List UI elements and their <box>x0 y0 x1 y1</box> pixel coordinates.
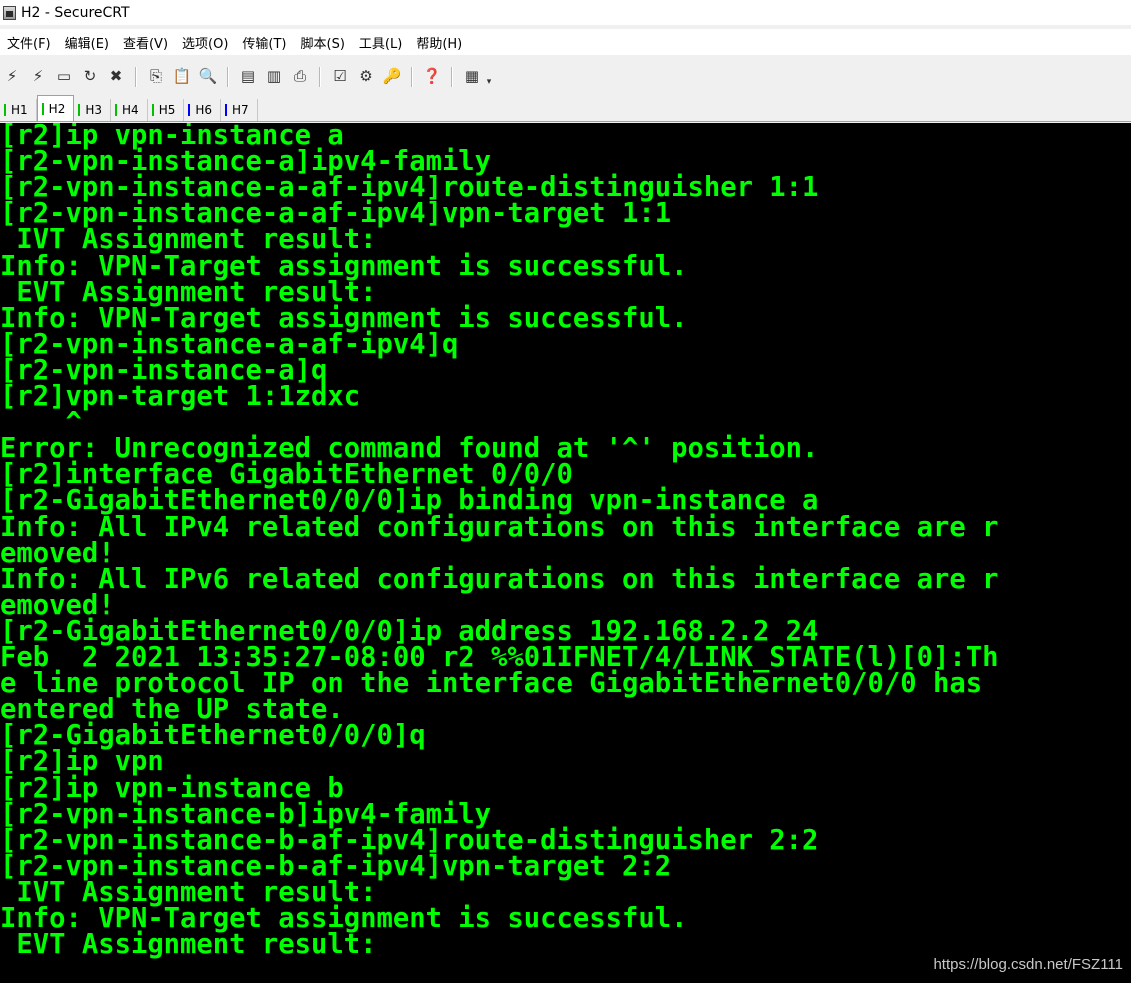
securecrt-app-icon[interactable] <box>3 5 16 20</box>
menu-item-4[interactable]: 传输(T) <box>236 33 292 52</box>
terminal-line: [r2]ip vpn <box>0 746 164 778</box>
terminal-line: IVT Assignment result: <box>0 224 377 256</box>
tab-label: H4 <box>122 103 139 117</box>
terminal-line: [r2-vpn-instance-a]q <box>0 354 328 386</box>
terminal-line: Info: All IPv4 related configurations on… <box>0 511 999 543</box>
terminal-line: [r2-vpn-instance-b-af-ipv4]route-disting… <box>0 824 819 856</box>
tab-label: H3 <box>85 103 103 117</box>
terminal-line: EVT Assignment result: <box>0 929 377 961</box>
connection-status-icon <box>225 104 228 116</box>
terminal-line: [r2-GigabitEthernet0/0/0]q <box>0 720 426 752</box>
terminal-line: [r2-vpn-instance-b-af-ipv4]vpn-target 2:… <box>0 850 672 882</box>
menu-item-5[interactable]: 脚本(S) <box>295 33 351 52</box>
terminal-line: [r2-vpn-instance-a-af-ipv4]vpn-target 1:… <box>0 198 672 230</box>
reconnect-icon[interactable]: ↻ <box>79 66 101 88</box>
print-icon[interactable]: ⎙ <box>289 66 311 88</box>
menu-item-3[interactable]: 选项(O) <box>176 33 234 52</box>
terminal-line: [r2]ip vpn-instance a <box>0 123 344 151</box>
find-icon[interactable]: 🔍 <box>197 66 219 88</box>
terminal-line: [r2-vpn-instance-a-af-ipv4]q <box>0 328 459 360</box>
tab-label: H7 <box>232 103 249 117</box>
terminal-line: emoved! <box>0 589 115 621</box>
tab-h1[interactable]: H1 <box>0 99 37 121</box>
connect-in-tab-icon[interactable]: ▭ <box>53 66 75 88</box>
terminal-line: Info: VPN-Target assignment is successfu… <box>0 250 688 282</box>
help-icon[interactable]: ❓ <box>421 66 443 88</box>
connect-icon[interactable]: ⚡ <box>1 66 23 88</box>
tab-label: H6 <box>195 103 213 117</box>
copy-icon[interactable]: ⎘ <box>145 66 167 88</box>
tab-h5[interactable]: H5 <box>148 99 185 121</box>
menu-item-1[interactable]: 编辑(E) <box>59 33 115 52</box>
watermark: https://blog.csdn.net/FSZ111 <box>933 956 1123 973</box>
keymap-icon[interactable]: 🔑 <box>381 66 403 88</box>
toolbar-overflow-icon[interactable]: ▾ <box>486 67 492 87</box>
menu-item-6[interactable]: 工具(L) <box>353 33 408 52</box>
connection-status-icon <box>151 104 154 116</box>
terminal-line: [r2-vpn-instance-a]ipv4-family <box>0 146 492 178</box>
window-title: H2 - SecureCRT <box>21 4 130 21</box>
sftp-icon[interactable]: ▦ <box>461 66 483 88</box>
session-options-icon[interactable]: ☑ <box>329 66 351 88</box>
terminal-line: [r2]vpn-target 1:1zdxc <box>0 381 361 412</box>
terminal-line: entered the UP state. <box>0 694 344 726</box>
toolbar-separator <box>411 66 413 87</box>
terminal-line: [r2-GigabitEthernet0/0/0]ip binding vpn-… <box>0 485 819 517</box>
tab-h4[interactable]: H4 <box>111 99 148 121</box>
print-selection-icon[interactable]: ▥ <box>263 66 285 88</box>
terminal-line: [r2-vpn-instance-a-af-ipv4]route-disting… <box>0 172 819 204</box>
title-bar[interactable]: H2 - SecureCRT <box>0 0 1131 25</box>
connection-status-icon <box>41 102 44 115</box>
connection-status-icon <box>188 104 191 116</box>
tab-h2[interactable]: H2 <box>36 95 75 121</box>
connection-status-icon <box>78 104 81 116</box>
terminal-line: EVT Assignment result: <box>0 276 377 308</box>
terminal-line: IVT Assignment result: <box>0 876 377 908</box>
terminal-line: [r2]interface GigabitEthernet 0/0/0 <box>0 459 573 491</box>
terminal-line: [r2-GigabitEthernet0/0/0]ip address 192.… <box>0 615 819 647</box>
print-screen-icon[interactable]: ▤ <box>237 66 259 88</box>
terminal-line: Error: Unrecognized command found at '^'… <box>0 433 819 465</box>
terminal-output[interactable]: [r2]ip vpn-instance a [r2-vpn-instance-a]… <box>0 123 1131 983</box>
tab-label: H5 <box>158 103 176 117</box>
toolbar-separator <box>135 66 137 87</box>
disconnect-icon[interactable]: ✖ <box>105 66 127 88</box>
terminal-line: Feb 2 2021 13:35:27-08:00 r2 %%01IFNET/4… <box>0 642 999 673</box>
securecrt-window: H2 - SecureCRT 文件(F) 编辑(E) 查看(V) 选项(O) 传输(T)… <box>0 0 1131 983</box>
toolbar-separator <box>451 66 453 87</box>
global-options-icon[interactable]: ⚙ <box>355 66 377 88</box>
terminal-line: emoved! <box>0 537 115 569</box>
terminal-line: [r2]ip vpn-instance b <box>0 772 344 804</box>
terminal-line: [r2-vpn-instance-b]ipv4-family <box>0 798 492 830</box>
toolbar-separator <box>319 66 321 87</box>
toolbar: ⚡ ⚡ ▭ ↻ ✖ ⎘ 📋 🔍 ▤ ▥ ⎙ ☑ ⚙ 🔑 ❓ ▦ ▾ <box>0 59 1131 94</box>
tab-label: H1 <box>11 103 28 117</box>
quick-connect-icon[interactable]: ⚡ <box>27 66 49 88</box>
menu-item-7[interactable]: 帮助(H) <box>410 33 468 52</box>
menu-item-0[interactable]: 文件(F) <box>0 33 57 52</box>
connection-status-icon <box>115 104 118 116</box>
menu-item-2[interactable]: 查看(V) <box>117 33 174 52</box>
tab-h3[interactable]: H3 <box>74 99 112 121</box>
tab-h7[interactable]: H7 <box>221 99 258 121</box>
terminal-line: e line protocol IP on the interface Giga… <box>0 668 983 700</box>
terminal-line: Info: VPN-Target assignment is successfu… <box>0 302 688 334</box>
toolbar-separator <box>227 66 229 87</box>
tab-h6[interactable]: H6 <box>184 99 222 121</box>
session-tab-bar: H1 H2 H3 H4 H5 H6 H7 <box>0 95 1131 122</box>
menu-bar: 文件(F) 编辑(E) 查看(V) 选项(O) 传输(T) 脚本(S) 工具(L) 帮助(H) <box>0 29 1131 55</box>
terminal-line: Info: VPN-Target assignment is successfu… <box>0 903 688 934</box>
tab-label: H2 <box>48 101 66 116</box>
terminal-line: ^ <box>0 407 82 439</box>
paste-icon[interactable]: 📋 <box>171 66 193 88</box>
terminal-line: Info: All IPv6 related configurations on… <box>0 563 999 595</box>
connection-status-icon <box>4 104 6 116</box>
